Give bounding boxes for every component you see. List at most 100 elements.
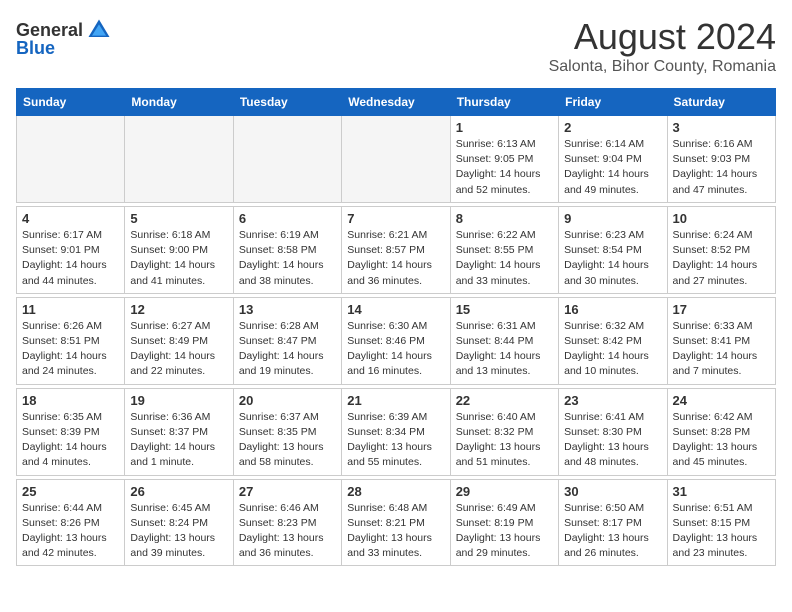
calendar-cell: 6 Sunrise: 6:19 AMSunset: 8:58 PMDaylight… bbox=[233, 206, 341, 293]
day-number: 10 bbox=[673, 211, 770, 226]
day-number: 11 bbox=[22, 302, 119, 317]
day-number: 30 bbox=[564, 484, 661, 499]
day-info: Sunrise: 6:30 AMSunset: 8:46 PMDaylight:… bbox=[347, 319, 444, 380]
calendar-week-4: 18 Sunrise: 6:35 AMSunset: 8:39 PMDayligh… bbox=[17, 388, 776, 475]
logo-icon bbox=[85, 16, 113, 44]
day-number: 24 bbox=[673, 393, 770, 408]
day-info: Sunrise: 6:37 AMSunset: 8:35 PMDaylight:… bbox=[239, 410, 336, 471]
day-info: Sunrise: 6:46 AMSunset: 8:23 PMDaylight:… bbox=[239, 501, 336, 562]
day-number: 9 bbox=[564, 211, 661, 226]
day-number: 2 bbox=[564, 120, 661, 135]
header-day-tuesday: Tuesday bbox=[233, 89, 341, 116]
day-info: Sunrise: 6:24 AMSunset: 8:52 PMDaylight:… bbox=[673, 228, 770, 289]
day-info: Sunrise: 6:26 AMSunset: 8:51 PMDaylight:… bbox=[22, 319, 119, 380]
calendar-cell bbox=[342, 116, 450, 203]
calendar-cell bbox=[233, 116, 341, 203]
day-info: Sunrise: 6:39 AMSunset: 8:34 PMDaylight:… bbox=[347, 410, 444, 471]
calendar-cell bbox=[17, 116, 125, 203]
calendar-cell: 17 Sunrise: 6:33 AMSunset: 8:41 PMDayligh… bbox=[667, 297, 775, 384]
calendar-cell: 22 Sunrise: 6:40 AMSunset: 8:32 PMDayligh… bbox=[450, 388, 558, 475]
day-number: 17 bbox=[673, 302, 770, 317]
calendar-cell: 30 Sunrise: 6:50 AMSunset: 8:17 PMDayligh… bbox=[559, 479, 667, 566]
day-number: 13 bbox=[239, 302, 336, 317]
header-day-friday: Friday bbox=[559, 89, 667, 116]
day-info: Sunrise: 6:19 AMSunset: 8:58 PMDaylight:… bbox=[239, 228, 336, 289]
calendar-cell: 20Sunrise: 6:37 AMSunset: 8:35 PMDayligh… bbox=[233, 388, 341, 475]
calendar-cell: 1 Sunrise: 6:13 AMSunset: 9:05 PMDaylight… bbox=[450, 116, 558, 203]
title-area: August 2024 Salonta, Bihor County, Roman… bbox=[549, 16, 776, 76]
day-number: 29 bbox=[456, 484, 553, 499]
day-number: 22 bbox=[456, 393, 553, 408]
header: General Blue August 2024 Salonta, Bihor … bbox=[16, 16, 776, 76]
day-number: 4 bbox=[22, 211, 119, 226]
header-day-saturday: Saturday bbox=[667, 89, 775, 116]
day-number: 16 bbox=[564, 302, 661, 317]
day-info: Sunrise: 6:13 AMSunset: 9:05 PMDaylight:… bbox=[456, 137, 553, 198]
day-info: Sunrise: 6:33 AMSunset: 8:41 PMDaylight:… bbox=[673, 319, 770, 380]
day-info: Sunrise: 6:31 AMSunset: 8:44 PMDaylight:… bbox=[456, 319, 553, 380]
day-info: Sunrise: 6:16 AMSunset: 9:03 PMDaylight:… bbox=[673, 137, 770, 198]
day-number: 27 bbox=[239, 484, 336, 499]
day-info: Sunrise: 6:35 AMSunset: 8:39 PMDaylight:… bbox=[22, 410, 119, 471]
calendar-cell: 10 Sunrise: 6:24 AMSunset: 8:52 PMDayligh… bbox=[667, 206, 775, 293]
day-info: Sunrise: 6:17 AMSunset: 9:01 PMDaylight:… bbox=[22, 228, 119, 289]
day-number: 25 bbox=[22, 484, 119, 499]
day-number: 12 bbox=[130, 302, 227, 317]
day-number: 18 bbox=[22, 393, 119, 408]
calendar-week-5: 25 Sunrise: 6:44 AMSunset: 8:26 PMDayligh… bbox=[17, 479, 776, 566]
calendar-cell: 4 Sunrise: 6:17 AMSunset: 9:01 PMDaylight… bbox=[17, 206, 125, 293]
day-info: Sunrise: 6:40 AMSunset: 8:32 PMDaylight:… bbox=[456, 410, 553, 471]
day-number: 26 bbox=[130, 484, 227, 499]
calendar-cell: 19Sunrise: 6:36 AMSunset: 8:37 PMDayligh… bbox=[125, 388, 233, 475]
header-day-wednesday: Wednesday bbox=[342, 89, 450, 116]
day-info: Sunrise: 6:28 AMSunset: 8:47 PMDaylight:… bbox=[239, 319, 336, 380]
day-info: Sunrise: 6:14 AMSunset: 9:04 PMDaylight:… bbox=[564, 137, 661, 198]
calendar-cell: 16 Sunrise: 6:32 AMSunset: 8:42 PMDayligh… bbox=[559, 297, 667, 384]
day-number: 19 bbox=[130, 393, 227, 408]
day-number: 28 bbox=[347, 484, 444, 499]
calendar-week-2: 4 Sunrise: 6:17 AMSunset: 9:01 PMDaylight… bbox=[17, 206, 776, 293]
day-info: Sunrise: 6:18 AMSunset: 9:00 PMDaylight:… bbox=[130, 228, 227, 289]
day-number: 1 bbox=[456, 120, 553, 135]
calendar-cell: 28 Sunrise: 6:48 AMSunset: 8:21 PMDayligh… bbox=[342, 479, 450, 566]
calendar-cell: 3Sunrise: 6:16 AMSunset: 9:03 PMDaylight… bbox=[667, 116, 775, 203]
day-info: Sunrise: 6:21 AMSunset: 8:57 PMDaylight:… bbox=[347, 228, 444, 289]
logo: General Blue bbox=[16, 16, 113, 59]
calendar-cell bbox=[125, 116, 233, 203]
header-day-monday: Monday bbox=[125, 89, 233, 116]
calendar-cell: 2 Sunrise: 6:14 AMSunset: 9:04 PMDaylight… bbox=[559, 116, 667, 203]
calendar-cell: 8 Sunrise: 6:22 AMSunset: 8:55 PMDaylight… bbox=[450, 206, 558, 293]
day-info: Sunrise: 6:48 AMSunset: 8:21 PMDaylight:… bbox=[347, 501, 444, 562]
day-number: 7 bbox=[347, 211, 444, 226]
day-number: 15 bbox=[456, 302, 553, 317]
day-info: Sunrise: 6:22 AMSunset: 8:55 PMDaylight:… bbox=[456, 228, 553, 289]
day-info: Sunrise: 6:23 AMSunset: 8:54 PMDaylight:… bbox=[564, 228, 661, 289]
calendar-cell: 11 Sunrise: 6:26 AMSunset: 8:51 PMDayligh… bbox=[17, 297, 125, 384]
calendar-cell: 27 Sunrise: 6:46 AMSunset: 8:23 PMDayligh… bbox=[233, 479, 341, 566]
day-info: Sunrise: 6:44 AMSunset: 8:26 PMDaylight:… bbox=[22, 501, 119, 562]
day-number: 6 bbox=[239, 211, 336, 226]
day-info: Sunrise: 6:32 AMSunset: 8:42 PMDaylight:… bbox=[564, 319, 661, 380]
calendar-week-3: 11 Sunrise: 6:26 AMSunset: 8:51 PMDayligh… bbox=[17, 297, 776, 384]
calendar-cell: 26 Sunrise: 6:45 AMSunset: 8:24 PMDayligh… bbox=[125, 479, 233, 566]
day-info: Sunrise: 6:50 AMSunset: 8:17 PMDaylight:… bbox=[564, 501, 661, 562]
calendar-cell: 12Sunrise: 6:27 AMSunset: 8:49 PMDayligh… bbox=[125, 297, 233, 384]
day-info: Sunrise: 6:41 AMSunset: 8:30 PMDaylight:… bbox=[564, 410, 661, 471]
calendar-cell: 31Sunrise: 6:51 AMSunset: 8:15 PMDayligh… bbox=[667, 479, 775, 566]
calendar-cell: 24Sunrise: 6:42 AMSunset: 8:28 PMDayligh… bbox=[667, 388, 775, 475]
subtitle: Salonta, Bihor County, Romania bbox=[549, 58, 776, 76]
calendar-cell: 5Sunrise: 6:18 AMSunset: 9:00 PMDaylight… bbox=[125, 206, 233, 293]
calendar-cell: 21Sunrise: 6:39 AMSunset: 8:34 PMDayligh… bbox=[342, 388, 450, 475]
calendar-cell: 14Sunrise: 6:30 AMSunset: 8:46 PMDayligh… bbox=[342, 297, 450, 384]
logo-blue: Blue bbox=[16, 38, 55, 59]
day-info: Sunrise: 6:49 AMSunset: 8:19 PMDaylight:… bbox=[456, 501, 553, 562]
day-number: 8 bbox=[456, 211, 553, 226]
calendar-cell: 7 Sunrise: 6:21 AMSunset: 8:57 PMDaylight… bbox=[342, 206, 450, 293]
day-number: 31 bbox=[673, 484, 770, 499]
calendar-cell: 23Sunrise: 6:41 AMSunset: 8:30 PMDayligh… bbox=[559, 388, 667, 475]
calendar-week-1: 1 Sunrise: 6:13 AMSunset: 9:05 PMDaylight… bbox=[17, 116, 776, 203]
calendar-cell: 13 Sunrise: 6:28 AMSunset: 8:47 PMDayligh… bbox=[233, 297, 341, 384]
calendar-cell: 9 Sunrise: 6:23 AMSunset: 8:54 PMDaylight… bbox=[559, 206, 667, 293]
day-info: Sunrise: 6:45 AMSunset: 8:24 PMDaylight:… bbox=[130, 501, 227, 562]
calendar-cell: 15 Sunrise: 6:31 AMSunset: 8:44 PMDayligh… bbox=[450, 297, 558, 384]
